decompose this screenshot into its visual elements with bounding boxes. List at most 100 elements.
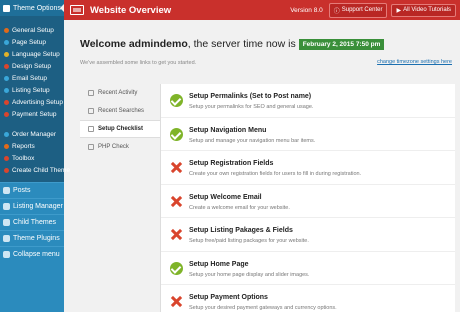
sidebar-item-toolbox[interactable]: Toolbox [0,152,64,164]
checklist-item-description: Setup free/paid listing packages for you… [189,238,309,244]
menu-bullet-icon [4,87,9,93]
sidebar-item-email-setup[interactable]: Email Setup [0,72,64,84]
sidebar-item-label: Advertising Setup [12,98,63,106]
welcome-section: Welcome admindemo , the server time now … [80,38,455,66]
menu-bullet-icon [4,155,9,161]
sidebar-item-label: Payment Setup [12,110,57,118]
welcome-greeting: Welcome admindemo [80,38,188,50]
sidebar-item-child-themes[interactable]: Child Themes [0,214,64,230]
sidebar-item-theme-options[interactable]: Theme Options [0,0,64,16]
menu-bullet-icon [4,39,9,45]
tab-recent-activity[interactable]: Recent Activity [80,84,160,102]
checklist-item-title: Setup Permalinks (Set to Post name) [189,93,312,100]
checklist-item-description: Setup and manage your navigation menu ba… [189,137,316,144]
video-tutorials-button[interactable]: ▶ All Video Tutorials [391,3,456,17]
sidebar-item-label: Order Manager [12,130,57,138]
sidebar-item-listing-setup[interactable]: Listing Setup [0,84,64,96]
checklist-item-title: Setup Welcome Email [189,193,262,201]
sidebar-item-label: General Setup [12,26,54,34]
checklist-item-text: Setup Navigation Menu Setup and manage yo… [189,127,315,144]
recent-searches-icon [88,108,94,114]
support-center-label: Support Center [341,7,383,13]
checklist-item-text: Setup Listing Pakages & Fields Setup free… [189,227,309,244]
sidebar-item-collapse-menu[interactable]: Collapse menu [0,246,64,262]
theme-options-icon [3,4,10,12]
sidebar-item-listing-manager[interactable]: Listing Manager [0,198,64,214]
sidebar-item-label: Listing Setup [12,86,50,94]
check-icon [170,127,183,141]
sidebar-item-label: Reports [12,142,35,150]
sidebar-item-theme-plugins[interactable]: Theme Plugins [0,230,64,246]
server-time-text: , the server time now is [187,38,296,50]
sidebar-item-order-manager[interactable]: Order Manager [0,128,64,140]
cross-icon [170,161,183,174]
page-title: Website Overview [90,4,172,16]
sidebar-item-label: Listing Manager [13,203,63,210]
checklist-item[interactable]: Setup Payment Options Setup your desired … [161,285,455,312]
sidebar-item-general-setup[interactable]: General Setup [0,24,64,36]
child-themes-icon [3,219,10,226]
checklist-item-title: Setup Payment Options [189,294,268,301]
checklist-item-title: Setup Navigation Menu [189,126,267,134]
checklist-item[interactable]: Setup Home Page Setup your home page disp… [161,252,455,285]
video-icon: ▶ [396,7,402,14]
listing-manager-icon [3,203,10,210]
sidebar-item-design-setup[interactable]: Design Setup [0,60,64,72]
welcome-subtitle: We've assembled some links to get you st… [80,60,197,66]
checklist-item-text: Setup Welcome Email Create a welcome emai… [189,194,290,211]
recent-activity-icon [88,90,94,96]
menu-bullet-icon [4,63,9,69]
sidebar-item-label: Language Setup [12,50,60,58]
menu-bullet-icon [4,99,9,105]
checklist-item-text: Setup Registration Fields Create your own… [189,160,361,177]
checklist-item[interactable]: Setup Listing Pakages & Fields Setup free… [161,218,455,252]
checklist-item[interactable]: Setup Navigation Menu Setup and manage yo… [161,118,455,151]
sidebar-header-label: Theme Options [13,4,61,12]
admin-sidebar: Theme Options General Setup Page Setup Lan… [0,0,70,312]
sidebar-item-payment-setup[interactable]: Payment Setup [0,108,64,120]
collapse-menu-icon [3,251,10,258]
check-icon [170,94,183,107]
checklist-item[interactable]: Setup Welcome Email Create a welcome emai… [161,185,455,218]
change-timezone-link[interactable]: change timezone settings here [377,59,452,65]
sidebar-item-label: Theme Plugins [13,235,60,242]
sidebar-item-reports[interactable]: Reports [0,140,64,152]
support-center-button[interactable]: ⓘ Support Center [328,2,388,18]
window-logo-icon [70,5,84,15]
sidebar-item-create-child-theme[interactable]: Create Child Theme [0,164,70,176]
checklist-item-text: Setup Permalinks (Set to Post name) Setup… [189,93,313,110]
setup-checklist-icon [88,126,94,132]
sidebar-submenu: General Setup Page Setup Language Setup Des… [0,16,70,182]
menu-bullet-icon [4,51,9,57]
sidebar-item-advertising-setup[interactable]: Advertising Setup [0,96,64,108]
sidebar-item-posts[interactable]: Posts [0,182,64,198]
sidebar-item-label: Page Setup [12,38,46,46]
sidebar-item-label: Collapse menu [13,251,60,258]
tab-label: Setup Checklist [98,126,144,132]
cross-icon [170,195,183,208]
theme-plugins-icon [3,235,10,242]
sidebar-item-language-setup[interactable]: Language Setup [0,48,64,60]
checklist-item-description: Setup your desired payment gateways and … [189,305,337,311]
tab-recent-searches[interactable]: Recent Searches [80,102,160,120]
sidebar-item-page-setup[interactable]: Page Setup [0,36,64,48]
checklist-item-description: Create your own registration fields for … [189,171,362,177]
menu-bullet-icon [4,111,9,117]
menu-bullet-icon [4,131,9,137]
checklist-item-title: Setup Home Page [189,260,249,268]
checklist-item-title: Setup Listing Pakages & Fields [189,227,293,234]
cross-icon [170,228,183,241]
menu-bullet-icon [4,143,9,149]
checklist-item-description: Create a welcome email for your website. [189,204,290,211]
sidebar-item-label: Create Child Theme [12,166,71,174]
php-check-icon [88,144,94,150]
checklist-item-description: Setup your home page display and slider … [189,271,310,278]
page-header-bar: Website Overview Version 8.0 ⓘ Support C… [64,0,460,20]
tab-php-check[interactable]: PHP Check [80,138,160,156]
welcome-line: Welcome admindemo , the server time now … [80,38,455,50]
info-icon: ⓘ [333,8,340,15]
server-date-badge: February 2, 2015 7:50 pm [298,38,385,50]
checklist-item[interactable]: Setup Registration Fields Create your own… [161,151,455,185]
tab-setup-checklist[interactable]: Setup Checklist [80,120,160,138]
checklist-item[interactable]: Setup Permalinks (Set to Post name) Setup… [161,84,455,118]
